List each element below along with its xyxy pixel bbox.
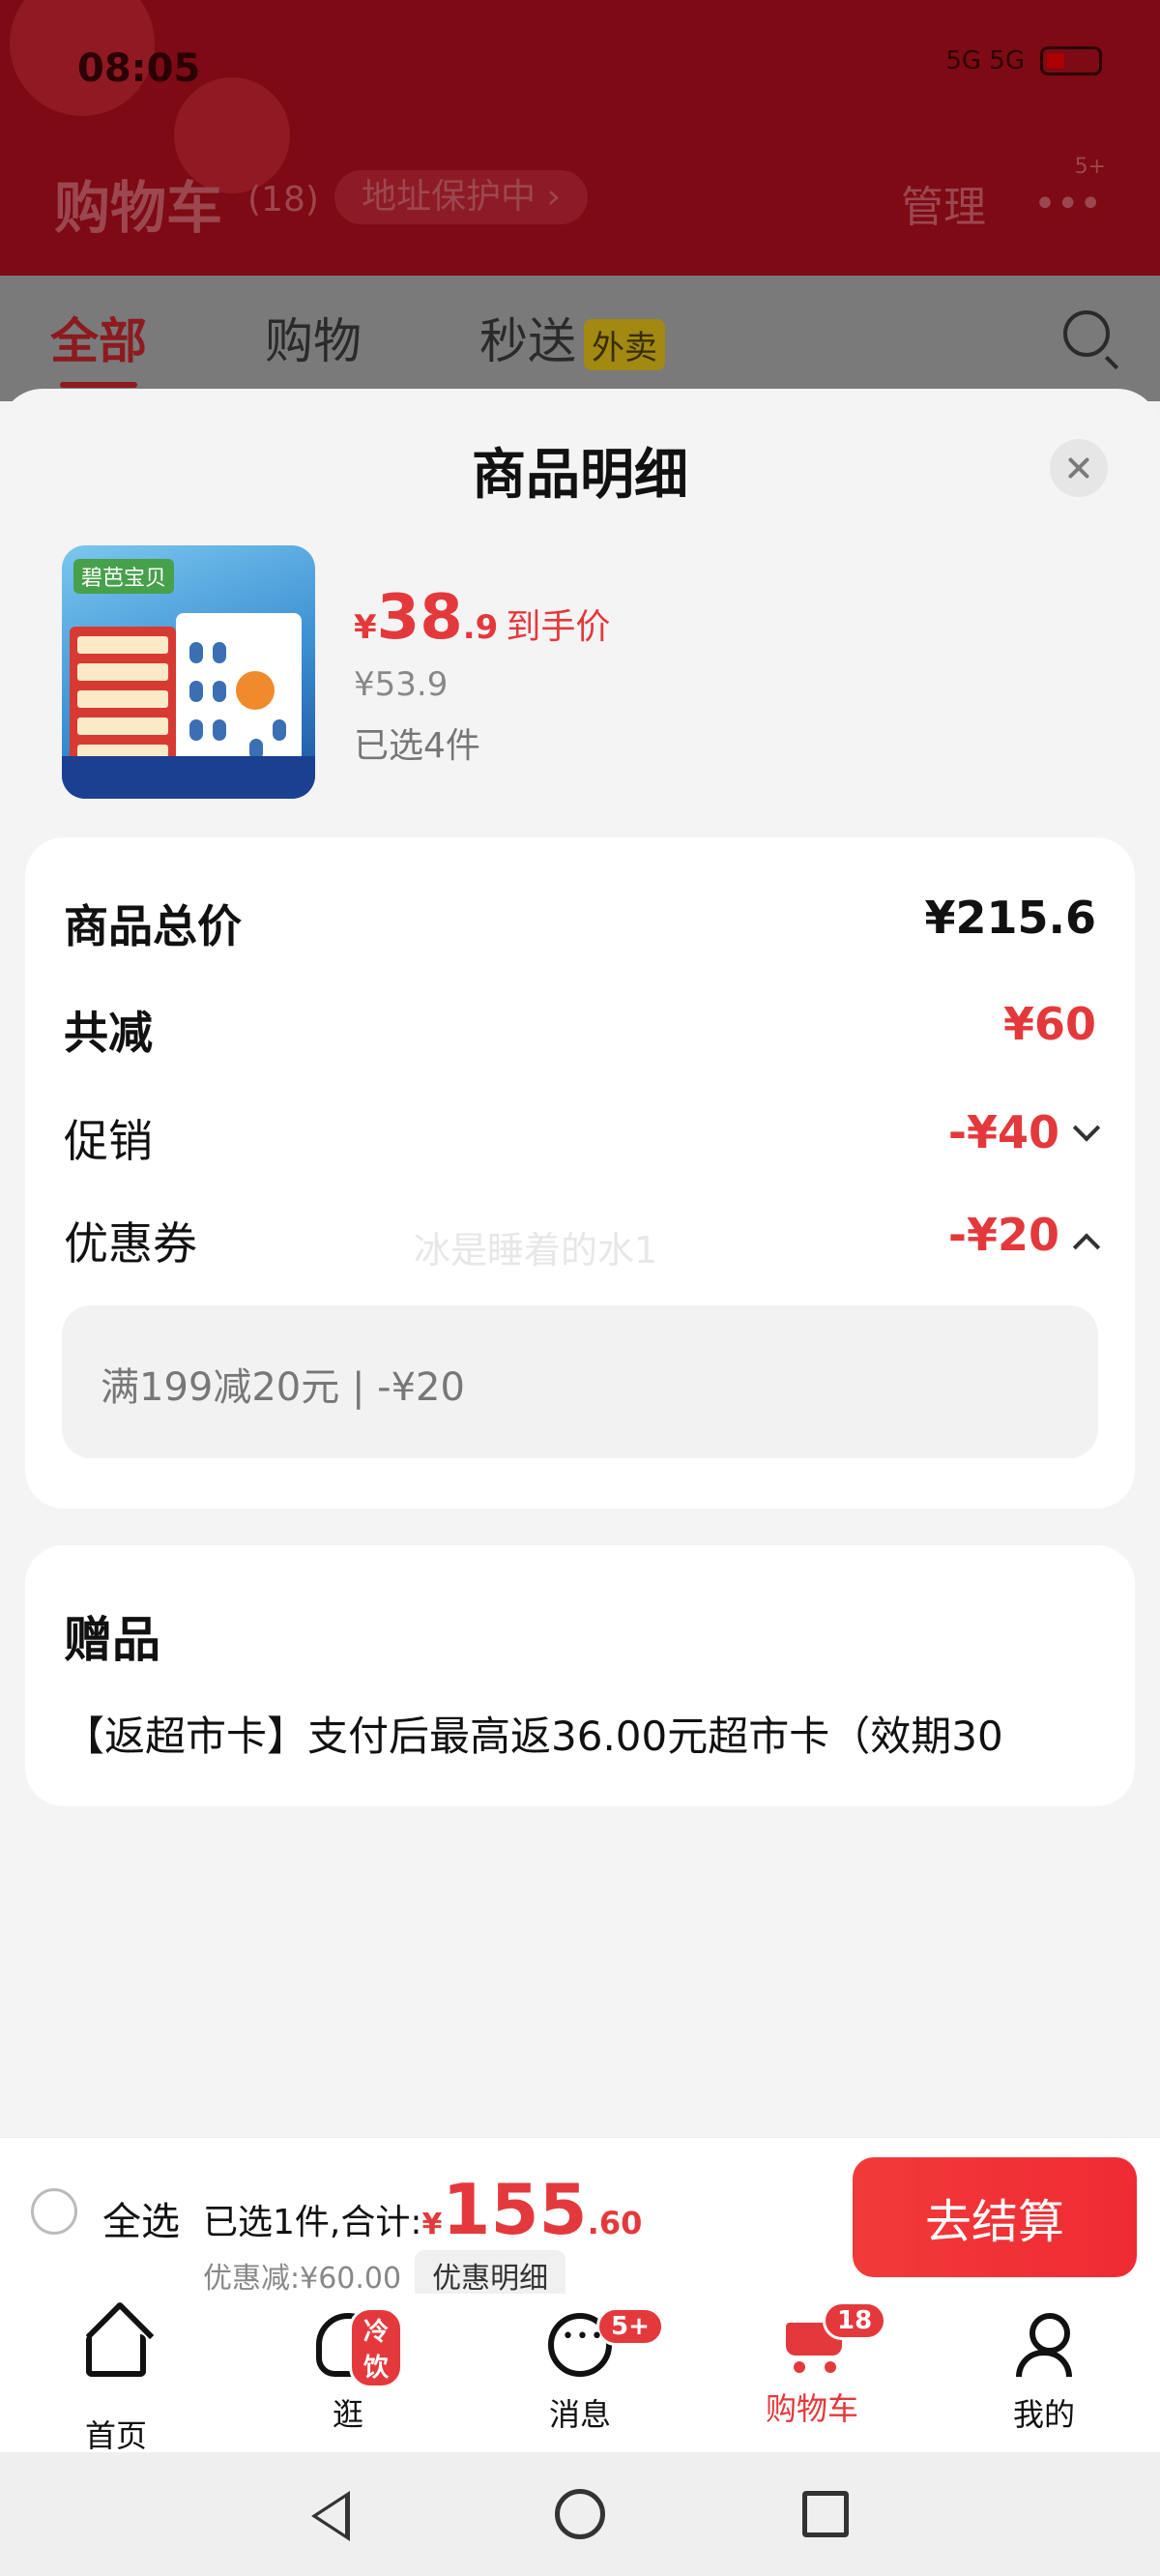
page-title: 购物车 — [54, 175, 223, 241]
total-amount: ¥155.60 — [421, 2169, 643, 2250]
total-amount-int: 155 — [442, 2169, 588, 2250]
reduce-label: 共减 — [64, 1007, 153, 1059]
coupon-detail-box: 满199减20元 | -¥20 — [62, 1305, 1098, 1458]
back-icon[interactable] — [311, 2491, 350, 2541]
original-price: ¥53.9 — [354, 665, 449, 704]
manage-button[interactable]: 管理 — [901, 172, 986, 234]
recents-icon[interactable] — [802, 2491, 849, 2537]
nav-stroll[interactable]: 冷饮 逛 — [251, 2307, 445, 2435]
tab-instant[interactable]: 秒送 外卖 — [479, 303, 665, 372]
address-protect-label: 地址保护中 — [362, 177, 536, 217]
selected-count: 已选4件 — [354, 726, 480, 766]
more-button[interactable]: ••• 5+ — [1033, 155, 1106, 226]
promo-value: -¥40 — [947, 1106, 1059, 1158]
chevron-down-icon — [1072, 1113, 1101, 1142]
product-image[interactable]: 碧芭宝贝 — [62, 545, 315, 799]
tab-instant-label: 秒送 — [479, 313, 576, 369]
more-badge: 5+ — [1074, 155, 1106, 179]
close-icon[interactable] — [1050, 439, 1108, 497]
nav-cart[interactable]: 18 购物车 — [715, 2301, 909, 2429]
coupon-value: -¥20 — [947, 1209, 1059, 1261]
address-protect-button[interactable]: 地址保护中 › — [334, 170, 588, 224]
nav-stroll-badge: 冷饮 — [349, 2307, 404, 2388]
message-icon: 5+ — [548, 2307, 664, 2377]
status-time: 08:05 — [77, 46, 201, 91]
checkout-bar: 全选 已选1件,合计:¥155.60 优惠减:¥60.00 优惠明细 去结算 — [0, 2137, 1160, 2300]
final-price-int: 38 — [376, 582, 463, 654]
coupon-label: 优惠券 — [64, 1217, 197, 1270]
final-price-label: 到手价 — [506, 607, 611, 647]
nav-cart-badge: 18 — [823, 2301, 887, 2340]
takeout-tag: 外卖 — [584, 319, 665, 370]
cart-tabs: 全部 购物 秒送 外卖 — [0, 276, 1160, 401]
gift-title: 赠品 — [64, 1612, 160, 1668]
chevron-up-icon — [1072, 1232, 1101, 1261]
nav-profile-label: 我的 — [1012, 2396, 1075, 2433]
summary-line: 已选1件,合计:¥155.60 — [203, 2169, 642, 2250]
coupon-detail: 满199减20元 | -¥20 — [101, 1365, 465, 1410]
product-logo: 碧芭宝贝 — [73, 559, 175, 594]
nav-messages-label: 消息 — [548, 2396, 611, 2433]
total-label: 商品总价 — [64, 900, 242, 952]
checkout-button[interactable]: 去结算 — [853, 2157, 1137, 2277]
home-icon — [86, 2334, 146, 2377]
system-nav-bar — [0, 2452, 1160, 2576]
nav-stroll-label: 逛 — [332, 2396, 363, 2433]
gift-text: 【返超市卡】支付后最高返36.00元超市卡（效期30 — [64, 1712, 1003, 1760]
nav-cart-label: 购物车 — [765, 2390, 858, 2427]
nav-messages[interactable]: 5+ 消息 — [483, 2307, 677, 2435]
tab-all[interactable]: 全部 — [50, 303, 147, 388]
reduce-value: ¥60 — [1002, 998, 1096, 1050]
nav-profile[interactable]: 我的 — [947, 2313, 1141, 2435]
tab-shopping[interactable]: 购物 — [265, 303, 362, 372]
price-breakdown-card: 商品总价 ¥215.6 共减 ¥60 促销 -¥40 优惠券 -¥20 满199… — [25, 837, 1135, 1508]
stroll-icon: 冷饮 — [316, 2307, 404, 2388]
discount-text: 优惠减:¥60.00 — [203, 2262, 402, 2296]
nav-messages-badge: 5+ — [596, 2307, 664, 2346]
select-all-label[interactable]: 全选 — [102, 2190, 180, 2246]
nav-home-label: 首页 — [84, 2417, 147, 2454]
watermark: 冰是睡着的水1 — [414, 1229, 658, 1272]
gift-card: 赠品 【返超市卡】支付后最高返36.00元超市卡（效期30 — [25, 1545, 1135, 1806]
promo-label: 促销 — [64, 1115, 153, 1167]
search-icon[interactable] — [1063, 310, 1110, 357]
detail-sheet: 商品明细 碧芭宝贝 ¥38.9 到手价 ¥53.9 已选4件 商品总价 ¥215.… — [0, 389, 1160, 2137]
total-value: ¥215.6 — [924, 892, 1096, 944]
sheet-title: 商品明细 — [472, 444, 688, 507]
network-indicator: 5G 5G — [945, 46, 1025, 75]
nav-home[interactable]: 首页 — [19, 2313, 213, 2456]
summary-prefix: 已选1件,合计: — [203, 2203, 422, 2242]
promo-row[interactable]: 促销 -¥40 — [64, 1106, 1101, 1174]
status-bar: 08:05 5G 5G — [77, 46, 1102, 93]
cart-header: 08:05 5G 5G 购物车 (18) 地址保护中 › 管理 ••• 5+ — [0, 0, 1160, 276]
cart-icon: 18 — [778, 2301, 887, 2373]
select-all-radio[interactable] — [31, 2188, 77, 2235]
profile-icon — [1012, 2313, 1076, 2377]
final-price: ¥38.9 到手价 — [354, 582, 611, 654]
home-circle-icon[interactable] — [555, 2489, 605, 2539]
cart-count: (18) — [247, 180, 319, 220]
bottom-tab-bar: 首页 冷饮 逛 5+ 消息 18 购物车 我的 — [0, 2294, 1160, 2454]
battery-icon — [1040, 46, 1102, 75]
